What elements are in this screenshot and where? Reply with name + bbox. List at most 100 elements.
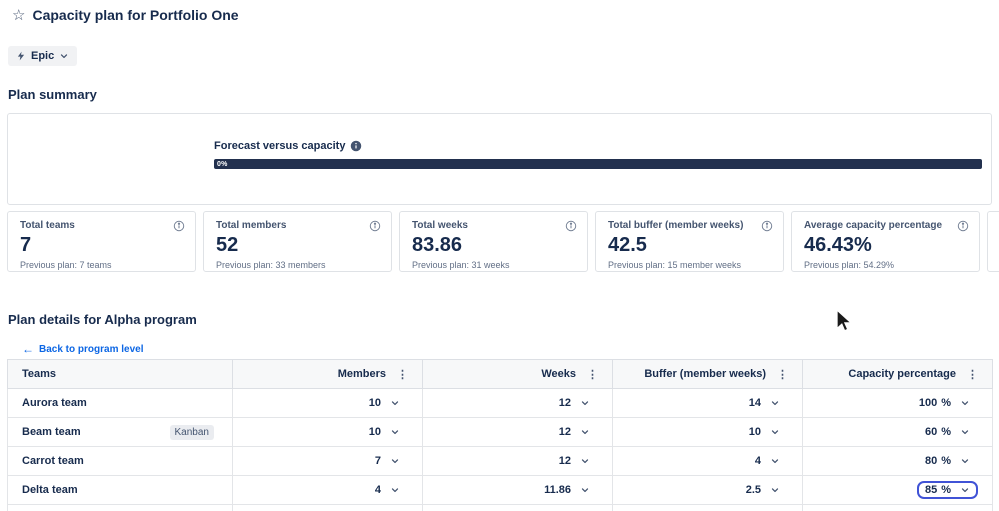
- members-cell: 4: [232, 475, 423, 505]
- chevron-down-icon: [961, 430, 969, 435]
- weeks-dropdown[interactable]: 11.86: [536, 481, 598, 499]
- plan-summary-heading: Plan summary: [8, 87, 97, 102]
- column-menu-icon[interactable]: ⋮: [587, 368, 598, 381]
- column-menu-icon[interactable]: ⋮: [967, 368, 978, 381]
- stat-previous: Previous plan: 31 weeks: [412, 260, 510, 270]
- forecast-progress-value: 0%: [217, 160, 228, 168]
- team-name: Beam team: [22, 426, 81, 438]
- info-icon[interactable]: [761, 220, 773, 232]
- team-name: Aurora team: [22, 397, 87, 409]
- info-icon[interactable]: [350, 140, 362, 152]
- stat-value: 83.86: [412, 234, 463, 256]
- weeks-dropdown[interactable]: 12: [551, 394, 598, 412]
- members-value: 4: [374, 484, 381, 496]
- stat-label: Total buffer (member weeks): [608, 220, 744, 231]
- chevron-down-icon: [581, 401, 589, 406]
- weeks-value: 12: [558, 426, 571, 438]
- stat-label: Total weeks: [412, 220, 468, 231]
- capacity-value: 80: [924, 455, 938, 467]
- capacity-cell: 100 %: [802, 388, 993, 418]
- capacity-value: 60: [924, 426, 938, 438]
- percent-unit: %: [941, 426, 951, 438]
- stat-label: Total members: [216, 220, 287, 231]
- arrow-left-icon: ←: [22, 342, 34, 356]
- members-cell: [232, 504, 423, 511]
- capacity-cell: 85 %: [802, 475, 993, 505]
- buffer-cell: [612, 504, 803, 511]
- column-menu-icon[interactable]: ⋮: [397, 368, 408, 381]
- chevron-down-icon: [771, 430, 779, 435]
- capacity-cell: 80 %: [802, 446, 993, 476]
- buffer-cell: 14: [612, 388, 803, 418]
- info-icon[interactable]: [565, 220, 577, 232]
- buffer-dropdown[interactable]: 2.5: [738, 481, 788, 499]
- capacity-cell: [802, 504, 993, 511]
- members-dropdown[interactable]: 10: [361, 394, 408, 412]
- forecast-progress-bar: 0%: [214, 159, 982, 169]
- team-cell: [7, 504, 233, 511]
- table-row: Carrot team 7 12 4 80 %: [7, 446, 993, 476]
- column-label: Capacity percentage: [848, 368, 956, 380]
- stat-card-average-capacity: Average capacity percentage 46.43% Previ…: [791, 211, 980, 272]
- members-cell: 10: [232, 388, 423, 418]
- info-icon[interactable]: [369, 220, 381, 232]
- table-row: Aurora team 10 12 14 100 %: [7, 388, 993, 418]
- back-link-label: Back to program level: [39, 343, 144, 355]
- column-header-capacity: Capacity percentage ⋮: [802, 359, 993, 389]
- buffer-value: 2.5: [745, 484, 761, 496]
- stat-previous: Previous plan: 7 teams: [20, 260, 112, 270]
- capacity-value: 85: [924, 484, 938, 496]
- team-cell: Beam team Kanban: [7, 417, 233, 447]
- members-dropdown[interactable]: 7: [367, 452, 408, 470]
- weeks-dropdown[interactable]: 12: [551, 423, 598, 441]
- team-cell: Carrot team: [7, 446, 233, 476]
- buffer-dropdown[interactable]: 4: [747, 452, 788, 470]
- table-row: Beam team Kanban 10 12 10 60 %: [7, 417, 993, 447]
- members-cell: 10: [232, 417, 423, 447]
- capacity-dropdown[interactable]: 100 %: [911, 394, 978, 412]
- chevron-down-icon: [391, 459, 399, 464]
- back-to-program-link[interactable]: ← Back to program level: [22, 343, 143, 355]
- capacity-dropdown[interactable]: 60 %: [917, 423, 978, 441]
- hierarchy-level-dropdown[interactable]: Epic: [8, 46, 78, 66]
- epic-icon: [17, 51, 25, 61]
- members-value: 7: [374, 455, 381, 467]
- star-icon[interactable]: ☆: [12, 8, 25, 23]
- buffer-dropdown[interactable]: 10: [741, 423, 788, 441]
- column-header-weeks: Weeks ⋮: [422, 359, 613, 389]
- back-row: ← Back to program level: [22, 340, 999, 355]
- column-label: Buffer (member weeks): [644, 368, 766, 380]
- members-dropdown[interactable]: 4: [367, 481, 408, 499]
- members-value: 10: [368, 397, 381, 409]
- percent-unit: %: [941, 397, 951, 409]
- stat-label: Total teams: [20, 220, 75, 231]
- weeks-dropdown[interactable]: 12: [551, 452, 598, 470]
- chevron-down-icon: [771, 401, 779, 406]
- team-cell: Aurora team: [7, 388, 233, 418]
- members-dropdown[interactable]: 10: [361, 423, 408, 441]
- toolbar: Epic: [8, 46, 999, 66]
- column-header-buffer: Buffer (member weeks) ⋮: [612, 359, 803, 389]
- column-menu-icon[interactable]: ⋮: [777, 368, 788, 381]
- info-icon[interactable]: [957, 220, 969, 232]
- buffer-cell: 4: [612, 446, 803, 476]
- chevron-down-icon: [391, 430, 399, 435]
- team-name: Carrot team: [22, 455, 84, 467]
- forecast-card: Forecast versus capacity 0%: [7, 113, 992, 205]
- capacity-dropdown[interactable]: 85 %: [916, 481, 978, 499]
- capacity-dropdown[interactable]: 80 %: [917, 452, 978, 470]
- info-icon[interactable]: [173, 220, 185, 232]
- weeks-value: 11.86: [544, 484, 571, 496]
- page-title: Capacity plan for Portfolio One: [32, 7, 239, 23]
- kanban-badge: Kanban: [169, 424, 214, 440]
- table-header-row: Teams Members ⋮ Weeks ⋮ Buffer (member w…: [7, 359, 993, 389]
- weeks-cell: 12: [422, 388, 613, 418]
- stats-row: Total teams 7 Previous plan: 7 teams Tot…: [7, 211, 999, 272]
- percent-unit: %: [941, 455, 951, 467]
- team-name: Delta team: [22, 484, 78, 496]
- percent-unit: %: [941, 484, 951, 496]
- buffer-dropdown[interactable]: 14: [741, 394, 788, 412]
- forecast-label: Forecast versus capacity: [214, 140, 346, 152]
- stat-card-partial: [987, 211, 999, 272]
- stat-previous: Previous plan: 54.29%: [804, 260, 895, 270]
